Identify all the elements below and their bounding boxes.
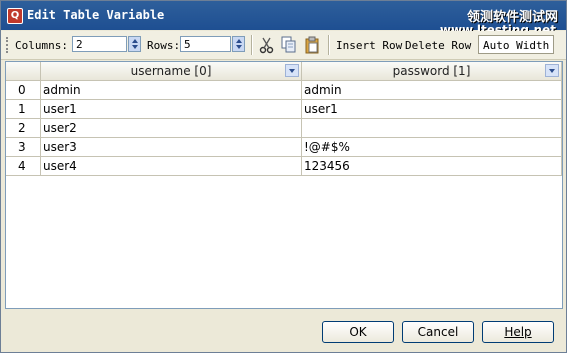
- insert-row-button[interactable]: Insert Row: [336, 39, 402, 52]
- table-cell[interactable]: user1: [41, 100, 302, 119]
- columns-spinner[interactable]: [128, 36, 141, 52]
- app-icon: Q: [7, 8, 23, 24]
- rows-spinner[interactable]: [232, 36, 245, 52]
- column-header-label: password [1]: [392, 64, 471, 78]
- spin-down-icon[interactable]: [236, 45, 242, 49]
- table-cell[interactable]: admin: [41, 81, 302, 100]
- columns-label: Columns:: [15, 39, 68, 52]
- rows-label: Rows:: [147, 39, 181, 52]
- row-index[interactable]: 1: [6, 100, 41, 119]
- help-button-label: Help: [504, 325, 532, 339]
- toolbar-separator: [328, 35, 330, 55]
- scissors-icon[interactable]: [259, 36, 275, 54]
- table-cell[interactable]: user3: [41, 138, 302, 157]
- table-cell[interactable]: [302, 119, 562, 138]
- toolbar-separator: [251, 35, 253, 55]
- chevron-down-icon: [289, 69, 295, 73]
- rows-input[interactable]: 5: [180, 36, 231, 52]
- row-index[interactable]: 3: [6, 138, 41, 157]
- table-cell[interactable]: 123456: [302, 157, 562, 176]
- ok-button[interactable]: OK: [322, 321, 394, 343]
- cancel-button[interactable]: Cancel: [402, 321, 474, 343]
- column-header-label: username [0]: [130, 64, 212, 78]
- table-cell[interactable]: admin: [302, 81, 562, 100]
- edit-table-variable-dialog: Q Edit Table Variable 领测软件测试网 www.ltesti…: [0, 0, 567, 353]
- row-index[interactable]: 4: [6, 157, 41, 176]
- row-index[interactable]: 0: [6, 81, 41, 100]
- column-header-password[interactable]: password [1]: [302, 62, 562, 81]
- column-header-username[interactable]: username [0]: [41, 62, 302, 81]
- row-header-corner: [6, 62, 41, 81]
- delete-row-button[interactable]: Delete Row: [405, 39, 471, 52]
- chevron-down-icon: [549, 69, 555, 73]
- table-cell[interactable]: user4: [41, 157, 302, 176]
- copy-icon[interactable]: [281, 36, 297, 54]
- table-cell[interactable]: !@#$%: [302, 138, 562, 157]
- window-title: Edit Table Variable: [27, 8, 165, 22]
- row-index[interactable]: 2: [6, 119, 41, 138]
- table-grid[interactable]: username [0] password [1] 0 admin admin …: [5, 61, 563, 309]
- table-cell[interactable]: user1: [302, 100, 562, 119]
- toolbar-grip[interactable]: [6, 37, 11, 53]
- column-dropdown-button[interactable]: [285, 64, 299, 77]
- column-dropdown-button[interactable]: [545, 64, 559, 77]
- help-button[interactable]: Help: [482, 321, 554, 343]
- paste-icon[interactable]: [304, 36, 320, 54]
- columns-input[interactable]: 2: [72, 36, 127, 52]
- spin-up-icon[interactable]: [236, 39, 242, 43]
- spin-down-icon[interactable]: [132, 45, 138, 49]
- title-bar[interactable]: Q Edit Table Variable 领测软件测试网 www.ltesti…: [1, 1, 566, 37]
- table-cell[interactable]: user2: [41, 119, 302, 138]
- spin-up-icon[interactable]: [132, 39, 138, 43]
- auto-width-toggle[interactable]: Auto Width: [478, 35, 555, 54]
- toolbar: Columns: 2 Rows: 5 Insert Row Delete Row…: [1, 31, 566, 60]
